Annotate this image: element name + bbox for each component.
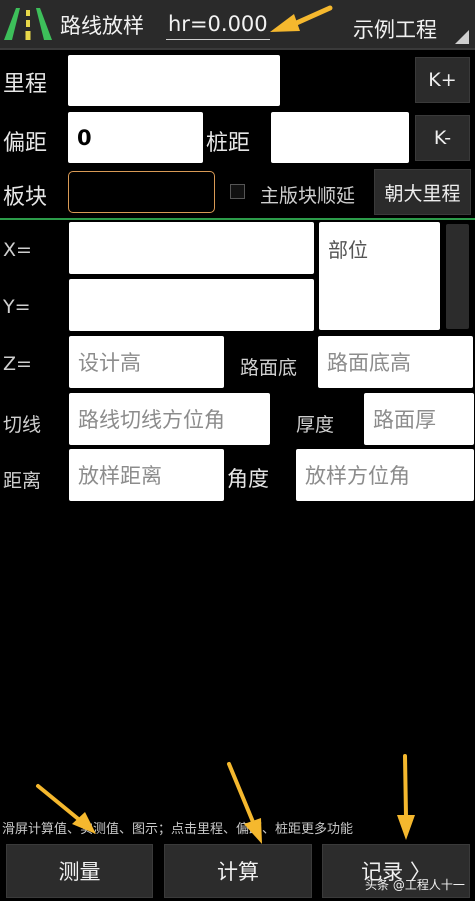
- hr-input[interactable]: hr=0.000: [166, 12, 270, 40]
- distance-label: 距离: [3, 470, 42, 492]
- hint-text: 滑屏计算值、实测值、图示；点击里程、偏距、桩距更多功能: [2, 822, 354, 837]
- road-base-label: 路面底: [240, 357, 298, 379]
- x-value-field: [69, 222, 314, 274]
- watermark: 头条 @工程人十一: [365, 878, 465, 892]
- road-logo-icon: [4, 8, 52, 40]
- pile-spacing-label: 桩距: [206, 131, 251, 156]
- section-divider: [0, 218, 475, 220]
- angle-label: 角度: [227, 467, 269, 491]
- mileage-label: 里程: [3, 72, 48, 97]
- page-title: 路线放样: [60, 14, 144, 38]
- tangent-label: 切线: [3, 414, 42, 436]
- road-thickness-field: 路面厚: [364, 393, 474, 445]
- block-label: 板块: [3, 185, 48, 210]
- thickness-label: 厚度: [296, 414, 335, 436]
- measure-button[interactable]: 测量: [6, 844, 153, 898]
- x-label: X=: [3, 239, 32, 261]
- stakeout-azimuth-field: 放样方位角: [296, 449, 474, 501]
- y-value-field: [69, 279, 314, 331]
- scroll-handle[interactable]: [446, 224, 469, 329]
- project-selector[interactable]: 示例工程: [353, 14, 437, 44]
- part-field: 部位: [319, 222, 440, 330]
- offset-input[interactable]: 0: [68, 112, 203, 163]
- app-header: 路线放样 hr=0.000 示例工程: [0, 0, 475, 50]
- block-input[interactable]: [68, 171, 215, 213]
- arrow-record: [397, 754, 415, 840]
- k-minus-button[interactable]: K-: [415, 115, 470, 161]
- main-block-checkbox[interactable]: [230, 184, 245, 199]
- k-plus-button[interactable]: K+: [415, 57, 470, 103]
- pile-spacing-input[interactable]: [271, 112, 409, 163]
- offset-label: 偏距: [3, 131, 48, 156]
- mileage-input[interactable]: [68, 55, 280, 106]
- z-label: Z=: [3, 353, 32, 375]
- toward-large-mileage-button[interactable]: 朝大里程: [374, 169, 471, 215]
- y-label: Y=: [3, 296, 31, 318]
- calculate-button[interactable]: 计算: [164, 844, 312, 898]
- design-height-field: 设计高: [69, 336, 224, 388]
- stakeout-distance-field: 放样距离: [69, 449, 224, 501]
- main-block-label: 主版块顺延: [260, 185, 356, 207]
- dropdown-triangle-icon[interactable]: [455, 30, 469, 44]
- road-base-height-field: 路面底高: [318, 336, 473, 388]
- tangent-azimuth-field: 路线切线方位角: [69, 393, 270, 445]
